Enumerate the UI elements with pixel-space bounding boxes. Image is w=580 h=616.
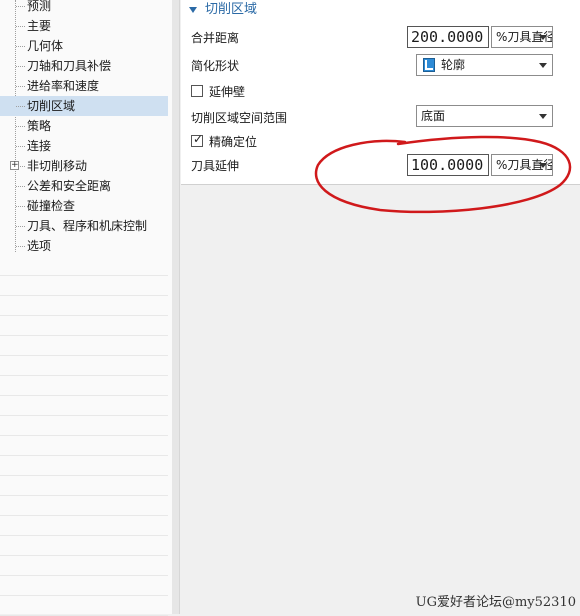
- tree-empty-row: [0, 356, 168, 376]
- tree-connector: [16, 6, 25, 7]
- tree-connector: [16, 86, 25, 87]
- tree-item-label: 进给率和速度: [27, 79, 100, 93]
- tree-connector: [16, 106, 25, 107]
- panel-splitter[interactable]: [172, 0, 180, 614]
- spatial-range-label: 切削区域空间范围: [191, 111, 288, 125]
- tree-item-label: 碰撞检查: [27, 199, 76, 213]
- tree-connector: [16, 146, 25, 147]
- tree-item[interactable]: 连接: [0, 136, 168, 156]
- red-annotation-circle: [314, 135, 572, 214]
- tree-item[interactable]: 预测: [0, 0, 168, 16]
- tree-empty-row: [0, 476, 168, 496]
- tree-empty-row: [0, 516, 168, 536]
- tree-connector: [16, 26, 25, 27]
- chevron-down-icon: [539, 35, 547, 40]
- tree-item-label: 连接: [27, 139, 52, 153]
- tree-connector: [16, 206, 25, 207]
- merge-distance-unit-select[interactable]: %刀具直径: [491, 26, 553, 48]
- tree-item[interactable]: 碰撞检查: [0, 196, 168, 216]
- simplify-shape-value: 轮廓: [441, 58, 466, 72]
- watermark-text: UG爱好者论坛@my52310: [415, 595, 576, 610]
- section-header-cut-area[interactable]: 切削区域: [189, 0, 257, 20]
- tree-empty-row: [0, 596, 168, 616]
- tree-item-label: 主要: [27, 19, 52, 33]
- extend-wall-label: 延伸壁: [209, 85, 246, 99]
- tree-empty-row: [0, 376, 168, 396]
- precise-position-checkbox[interactable]: ✓: [191, 132, 204, 147]
- chevron-down-icon: [539, 114, 547, 119]
- tree-item-label: 策略: [27, 119, 52, 133]
- tree-item-label: 几何体: [27, 39, 64, 53]
- tree-empty-row: [0, 276, 168, 296]
- tree-empty-row: [0, 576, 168, 596]
- tree-item-label: 选项: [27, 239, 52, 253]
- checkmark-icon: ✓: [193, 132, 204, 146]
- tree-item[interactable]: 切削区域: [0, 96, 168, 116]
- precise-position-label: 精确定位: [209, 135, 258, 149]
- tree-connector: [16, 246, 25, 247]
- section-title: 切削区域: [205, 2, 258, 17]
- tree-item-label: 公差和安全距离: [27, 179, 112, 193]
- spatial-range-select[interactable]: 底面: [416, 105, 553, 127]
- tree-empty-row: [0, 416, 168, 436]
- tool-extension-label: 刀具延伸: [191, 159, 240, 173]
- tree-item[interactable]: + 非切削移动: [0, 156, 168, 176]
- tree-item[interactable]: 几何体: [0, 36, 168, 56]
- extend-wall-checkbox[interactable]: [191, 85, 203, 97]
- tree-item[interactable]: 刀具、程序和机床控制: [0, 216, 168, 236]
- spatial-range-value: 底面: [421, 109, 446, 123]
- expand-plus-icon[interactable]: +: [10, 161, 19, 170]
- tree-empty-row: [0, 336, 168, 356]
- tree-item-label: 刀具、程序和机床控制: [27, 219, 148, 233]
- tree-item-label: 非切削移动: [27, 159, 88, 173]
- tree-item[interactable]: 主要: [0, 16, 168, 36]
- tree-item-label: 预测: [27, 0, 52, 13]
- tree-item[interactable]: 公差和安全距离: [0, 176, 168, 196]
- chevron-down-icon: [539, 63, 547, 68]
- tree-item[interactable]: 刀轴和刀具补偿: [0, 56, 168, 76]
- tree-connector: [16, 46, 25, 47]
- simplify-shape-select[interactable]: 轮廓: [416, 54, 553, 76]
- tree-empty-row: [0, 296, 168, 316]
- tree-connector: [16, 186, 25, 187]
- operation-tree: 预测主要几何体刀轴和刀具补偿 进给率和速度 切削区域策略连接 + 非切削移动公差和安全距…: [0, 0, 173, 616]
- tree-item-label: 切削区域: [27, 99, 76, 113]
- simplify-shape-label: 简化形状: [191, 59, 240, 73]
- tree-connector: [16, 126, 25, 127]
- tree-empty-row: [0, 496, 168, 516]
- tree-empty-row: [0, 556, 168, 576]
- tree-empty-row: [0, 436, 168, 456]
- tree-empty-row: [0, 456, 168, 476]
- tree-item[interactable]: 选项: [0, 236, 168, 256]
- tree-connector: [16, 66, 25, 67]
- tree-empty-row: [0, 316, 168, 336]
- tree-item[interactable]: 策略: [0, 116, 168, 136]
- contour-icon: [423, 57, 435, 72]
- collapse-caret-icon: [189, 6, 197, 13]
- tree-item[interactable]: 进给率和速度: [0, 76, 168, 96]
- tree-empty-row: [0, 536, 168, 556]
- merge-distance-input[interactable]: 200.0000: [407, 26, 489, 48]
- tree-connector: [16, 226, 25, 227]
- tree-empty-row: [0, 256, 168, 276]
- merge-distance-label: 合并距离: [191, 31, 240, 45]
- tree-empty-row: [0, 396, 168, 416]
- tree-item-label: 刀轴和刀具补偿: [27, 59, 112, 73]
